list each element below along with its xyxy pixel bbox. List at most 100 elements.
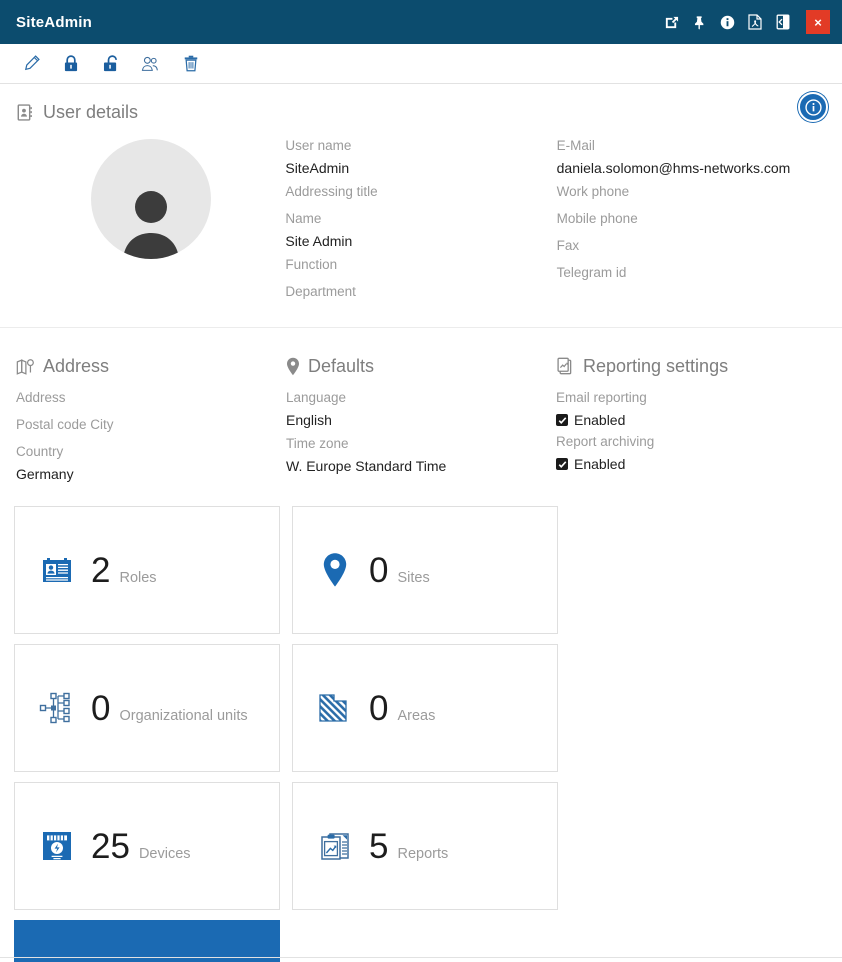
field-label: Fax bbox=[557, 235, 826, 257]
map-icon bbox=[16, 358, 35, 376]
window-title: SiteAdmin bbox=[16, 14, 92, 31]
avatar bbox=[91, 139, 211, 259]
reports-clipboard-icon bbox=[315, 826, 355, 866]
tile-devices[interactable]: 25 Devices bbox=[14, 782, 280, 910]
tile-organizational-units[interactable]: 0 Organizational units bbox=[14, 644, 280, 772]
field-value: SiteAdmin bbox=[285, 157, 556, 179]
avatar-wrapper bbox=[16, 133, 285, 303]
org-units-hierarchy-icon bbox=[37, 688, 77, 728]
field-label: Report archiving bbox=[556, 431, 826, 453]
tile-roles[interactable]: 2 Roles bbox=[14, 506, 280, 634]
user-details-window: SiteAdmin bbox=[0, 0, 842, 962]
field-value: Enabled bbox=[574, 453, 625, 475]
tile-count: 0 bbox=[369, 691, 388, 726]
tile-label: Roles bbox=[119, 570, 156, 586]
field-value: English bbox=[286, 409, 556, 431]
field-label: Time zone bbox=[286, 433, 556, 455]
checkbox-checked-icon[interactable] bbox=[556, 414, 568, 426]
lock-open-icon[interactable] bbox=[94, 48, 128, 80]
user-details-title: User details bbox=[43, 102, 138, 123]
field-value: Germany bbox=[16, 463, 286, 485]
details-info-button[interactable] bbox=[798, 92, 828, 122]
settings-section: Address Address Postal code City Country… bbox=[0, 328, 842, 506]
field-value: daniela.solomon@hms-networks.com bbox=[557, 157, 826, 179]
field-label: Address bbox=[16, 387, 286, 409]
report-archiving-checkbox-row[interactable]: Enabled bbox=[556, 453, 826, 475]
address-column: Address Address Postal code City Country… bbox=[16, 356, 286, 506]
user-details-heading: User details bbox=[16, 102, 826, 123]
field-value: Site Admin bbox=[285, 230, 556, 252]
trash-icon[interactable] bbox=[174, 48, 208, 80]
roles-badge-icon bbox=[37, 550, 77, 590]
tile-count: 0 bbox=[91, 691, 110, 726]
tile-text: 0 Organizational units bbox=[91, 691, 248, 726]
window-titlebar: SiteAdmin bbox=[0, 0, 842, 44]
tile-text: 0 Areas bbox=[369, 691, 435, 726]
pdf-export-icon[interactable] bbox=[742, 0, 768, 44]
field-label: Addressing title bbox=[285, 181, 556, 203]
tile-label: Areas bbox=[397, 708, 435, 724]
tile-count: 0 bbox=[369, 553, 388, 588]
report-clipboard-icon bbox=[556, 357, 575, 376]
checkbox-checked-icon[interactable] bbox=[556, 458, 568, 470]
field-label: Email reporting bbox=[556, 387, 826, 409]
tile-label: Sites bbox=[397, 570, 429, 586]
tile-text: 25 Devices bbox=[91, 829, 191, 864]
tile-label: Reports bbox=[397, 846, 448, 862]
pin-icon[interactable] bbox=[686, 0, 712, 44]
tile-text: 0 Sites bbox=[369, 553, 430, 588]
field-label: Mobile phone bbox=[557, 208, 826, 230]
reporting-column: Reporting settings Email reporting Enabl… bbox=[556, 356, 826, 506]
user-fields-right: E-Mail daniela.solomon@hms-networks.com … bbox=[557, 133, 826, 303]
tile-report-schedules[interactable]: 13 Report Schedules bbox=[14, 920, 280, 962]
device-meter-icon bbox=[37, 826, 77, 866]
collapse-panel-icon[interactable] bbox=[770, 0, 796, 44]
field-label: User name bbox=[285, 135, 556, 157]
defaults-column: Defaults Language English Time zone W. E… bbox=[286, 356, 556, 506]
areas-hatched-icon bbox=[315, 688, 355, 728]
tile-text: 2 Roles bbox=[91, 553, 157, 588]
edit-icon[interactable] bbox=[14, 48, 48, 80]
tile-text: 5 Reports bbox=[369, 829, 448, 864]
field-label: Department bbox=[285, 281, 556, 303]
address-heading: Address bbox=[16, 356, 286, 377]
email-reporting-checkbox-row[interactable]: Enabled bbox=[556, 409, 826, 431]
page-content: User details bbox=[0, 84, 842, 962]
popout-icon[interactable] bbox=[658, 0, 684, 44]
field-label: Telegram id bbox=[557, 262, 826, 284]
info-icon[interactable] bbox=[714, 0, 740, 44]
map-pin-icon bbox=[286, 357, 300, 376]
footer-divider bbox=[0, 957, 842, 958]
field-label: E-Mail bbox=[557, 135, 826, 157]
field-label: Language bbox=[286, 387, 556, 409]
contact-card-icon bbox=[16, 103, 35, 122]
tile-reports[interactable]: 5 Reports bbox=[292, 782, 558, 910]
defaults-title: Defaults bbox=[308, 356, 374, 377]
field-label: Function bbox=[285, 254, 556, 276]
tile-count: 25 bbox=[91, 829, 130, 864]
map-pin-icon bbox=[315, 550, 355, 590]
tile-areas[interactable]: 0 Areas bbox=[292, 644, 558, 772]
tile-count: 5 bbox=[369, 829, 388, 864]
field-label: Postal code City bbox=[16, 414, 286, 436]
field-label: Country bbox=[16, 441, 286, 463]
titlebar-actions: × bbox=[658, 0, 842, 44]
user-details-section: User details bbox=[0, 84, 842, 328]
field-label: Name bbox=[285, 208, 556, 230]
field-value: W. Europe Standard Time bbox=[286, 455, 556, 477]
user-fields-left: User name SiteAdmin Addressing title Nam… bbox=[285, 133, 556, 303]
close-button[interactable]: × bbox=[806, 10, 830, 34]
field-value: Enabled bbox=[574, 409, 625, 431]
action-toolbar bbox=[0, 44, 842, 84]
field-label: Work phone bbox=[557, 181, 826, 203]
user-details-body: User name SiteAdmin Addressing title Nam… bbox=[16, 133, 826, 303]
reporting-heading: Reporting settings bbox=[556, 356, 826, 377]
user-group-icon[interactable] bbox=[134, 48, 168, 80]
tile-sites[interactable]: 0 Sites bbox=[292, 506, 558, 634]
tile-label: Organizational units bbox=[119, 708, 247, 724]
summary-tiles: 2 Roles 0 Sites bbox=[0, 506, 842, 962]
reporting-title: Reporting settings bbox=[583, 356, 728, 377]
defaults-heading: Defaults bbox=[286, 356, 556, 377]
tile-count: 2 bbox=[91, 553, 110, 588]
lock-closed-icon[interactable] bbox=[54, 48, 88, 80]
